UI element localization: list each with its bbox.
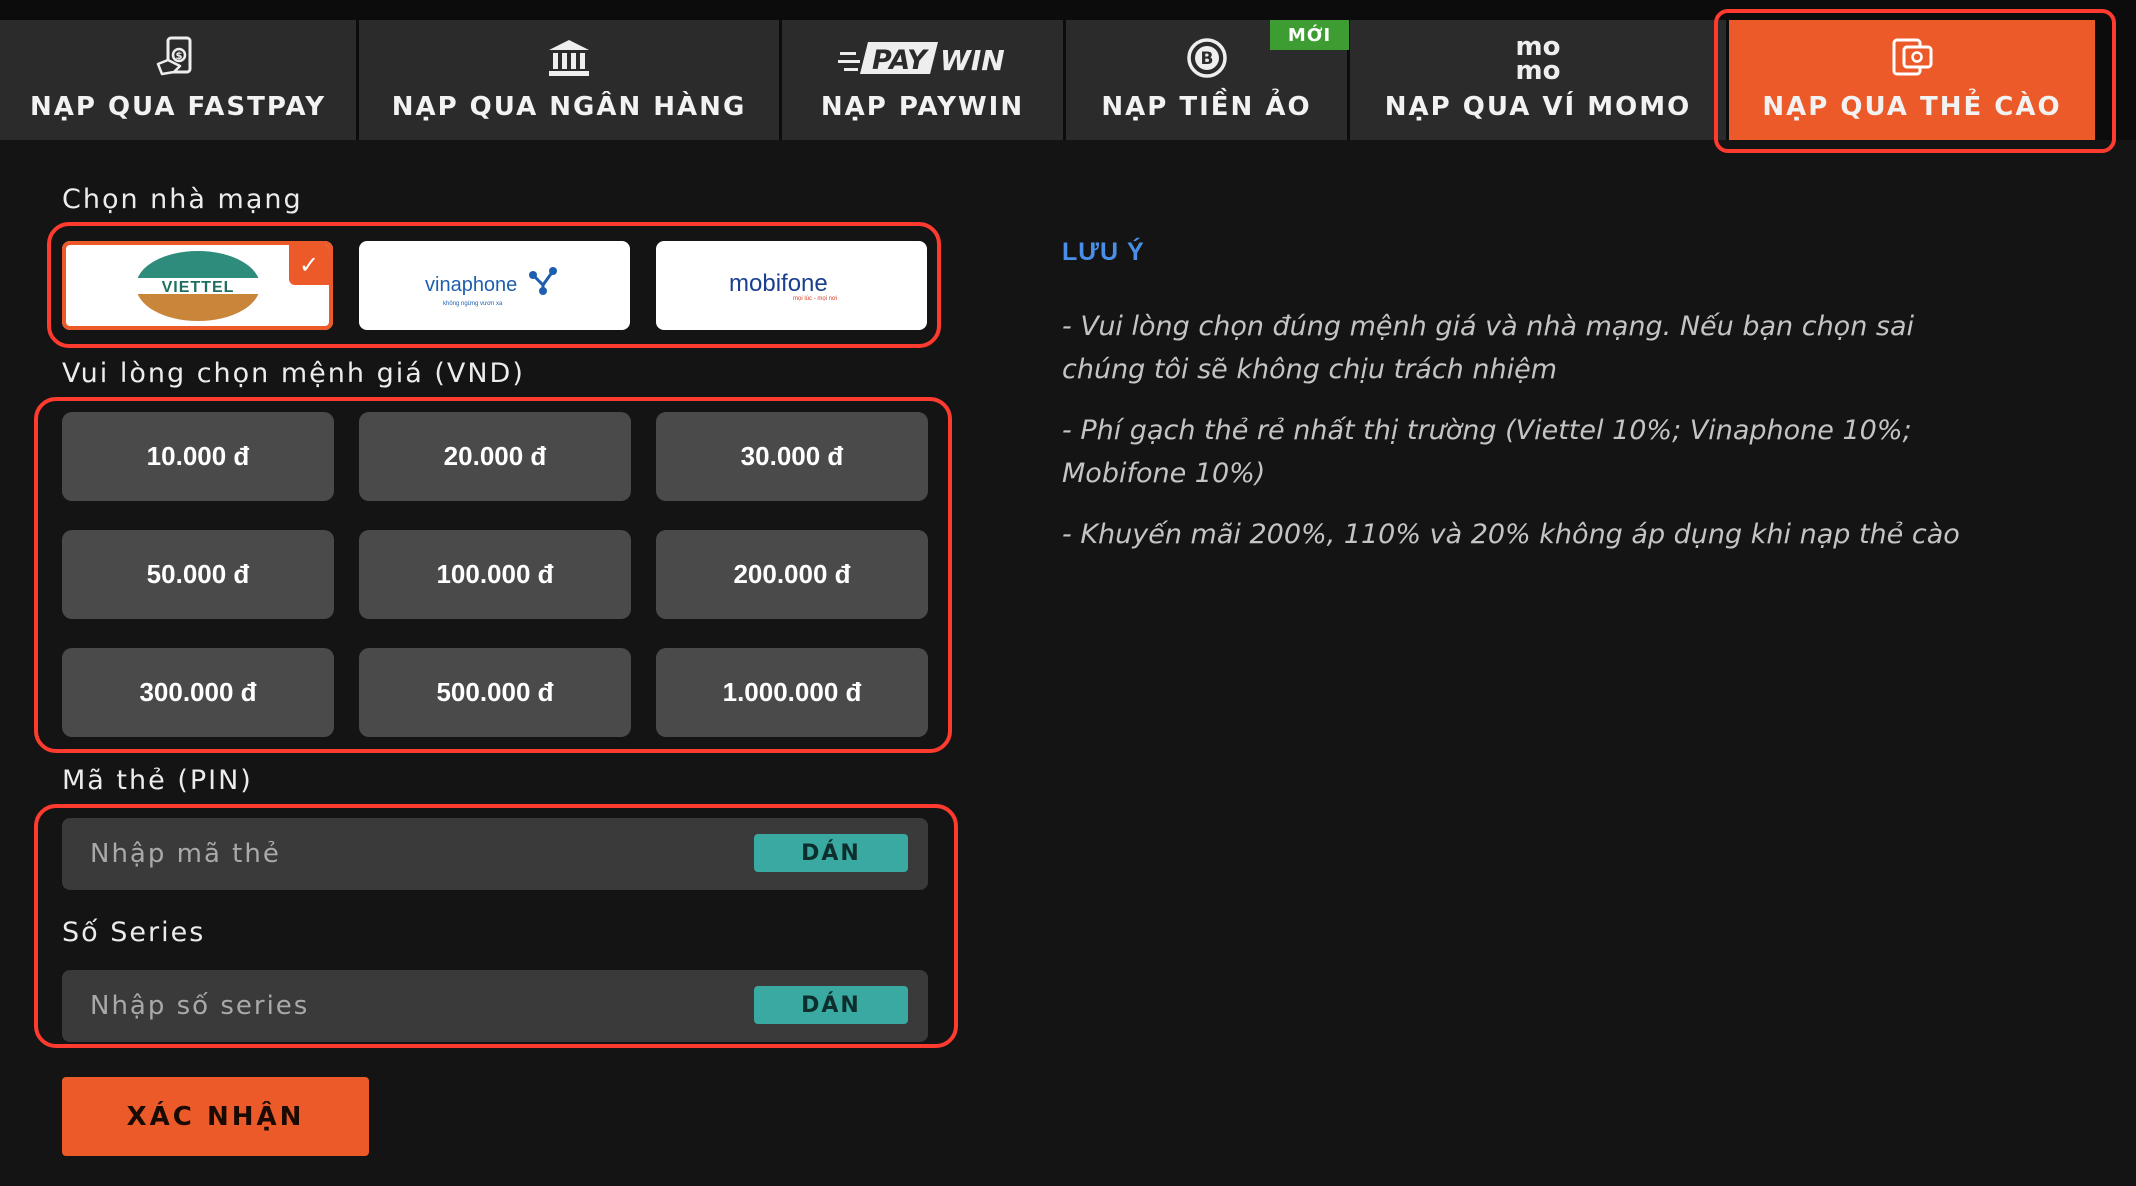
amount-option[interactable]: 500.000 đ [359, 648, 631, 737]
serial-input[interactable] [62, 970, 742, 1042]
pin-paste-button[interactable]: DÁN [754, 834, 908, 872]
amount-section-label: Vui lòng chọn mệnh giá (VND) [62, 358, 525, 389]
paywin-logo-pay: PAY [872, 45, 929, 76]
tab-scratch-card[interactable]: NẠP QUA THẺ CÀO [1729, 20, 2095, 140]
amount-option[interactable]: 100.000 đ [359, 530, 631, 619]
tab-label: NẠP QUA THẺ CÀO [1762, 92, 2062, 122]
tab-bank[interactable]: NẠP QUA NGÂN HÀNG [359, 20, 779, 140]
tab-label: NẠP QUA NGÂN HÀNG [391, 92, 747, 122]
selected-check-icon: ✓ [289, 245, 329, 285]
serial-paste-button[interactable]: DÁN [754, 986, 908, 1024]
amount-option[interactable]: 10.000 đ [62, 412, 334, 501]
momo-logo-bottom: mo [1516, 56, 1561, 82]
note-list: - Vui lòng chọn đúng mệnh giá và nhà mạn… [1062, 305, 1962, 574]
tab-paywin[interactable]: PAY WIN NẠP PAYWIN [782, 20, 1063, 140]
amount-option[interactable]: 300.000 đ [62, 648, 334, 737]
vinaphone-tagline: không ngừng vươn xa [443, 301, 503, 307]
tab-label: NẠP QUA FASTPAY [29, 92, 327, 122]
note-item: - Khuyến mãi 200%, 110% và 20% không áp … [1062, 519, 1960, 550]
pin-field-wrapper: DÁN [62, 818, 928, 890]
svg-text:$: $ [176, 51, 183, 62]
carrier-section-label: Chọn nhà mạng [62, 184, 303, 215]
paywin-logo-win: WIN [940, 44, 1005, 76]
note-item: - Vui lòng chọn đúng mệnh giá và nhà mạn… [1062, 311, 1915, 385]
carrier-vinaphone[interactable]: vinaphone không ngừng vươn xa [359, 241, 630, 330]
tab-label: NẠP PAYWIN [820, 92, 1025, 122]
card-icon [1890, 34, 1934, 82]
vinaphone-logo: vinaphone không ngừng vươn xa [425, 266, 557, 307]
new-badge: MỚI [1270, 20, 1349, 50]
amount-option[interactable]: 50.000 đ [62, 530, 334, 619]
tab-label: NẠP TIỀN ẢO [1101, 92, 1312, 122]
money-hand-icon: $ [154, 34, 202, 82]
amount-option[interactable]: 1.000.000 đ [656, 648, 928, 737]
confirm-button[interactable]: XÁC NHẬN [62, 1077, 369, 1156]
note-title: LƯU Ý [1062, 238, 1145, 266]
carrier-mobifone[interactable]: mobifone mọi lúc - mọi nơi [656, 241, 927, 330]
vinaphone-logo-text: vinaphone [425, 274, 517, 296]
pin-input[interactable] [62, 818, 742, 890]
tab-fastpay[interactable]: $ NẠP QUA FASTPAY [0, 20, 356, 140]
amount-option[interactable]: 30.000 đ [656, 412, 928, 501]
mobifone-tagline: mọi lúc - mọi nơi [793, 296, 837, 302]
amount-option[interactable]: 20.000 đ [359, 412, 631, 501]
mobifone-logo: mobifone mọi lúc - mọi nơi [729, 270, 837, 302]
deposit-method-tabs: $ NẠP QUA FASTPAY NẠP QUA NGÂN HÀNG PAY … [0, 0, 2136, 140]
serial-label: Số Series [62, 917, 206, 948]
pin-label: Mã thẻ (PIN) [62, 765, 253, 796]
svg-text:B: B [1200, 49, 1213, 69]
note-item: - Phí gạch thẻ rẻ nhất thị trường (Viett… [1062, 415, 1912, 489]
bank-icon [547, 34, 591, 82]
serial-field-wrapper: DÁN [62, 970, 928, 1042]
mobifone-logo-text: mobifone [729, 270, 828, 297]
amount-option[interactable]: 200.000 đ [656, 530, 928, 619]
paywin-logo: PAY WIN [837, 34, 1008, 82]
tab-momo[interactable]: mo mo NẠP QUA VÍ MOMO [1350, 20, 1726, 140]
tab-label: NẠP QUA VÍ MOMO [1384, 92, 1692, 122]
viettel-logo-text: VIETTEL [161, 279, 234, 296]
momo-logo: mo mo [1510, 34, 1566, 82]
bitcoin-icon: B [1186, 34, 1228, 82]
carrier-viettel[interactable]: VIETTEL ✓ [62, 241, 333, 330]
viettel-logo: VIETTEL [132, 250, 263, 321]
